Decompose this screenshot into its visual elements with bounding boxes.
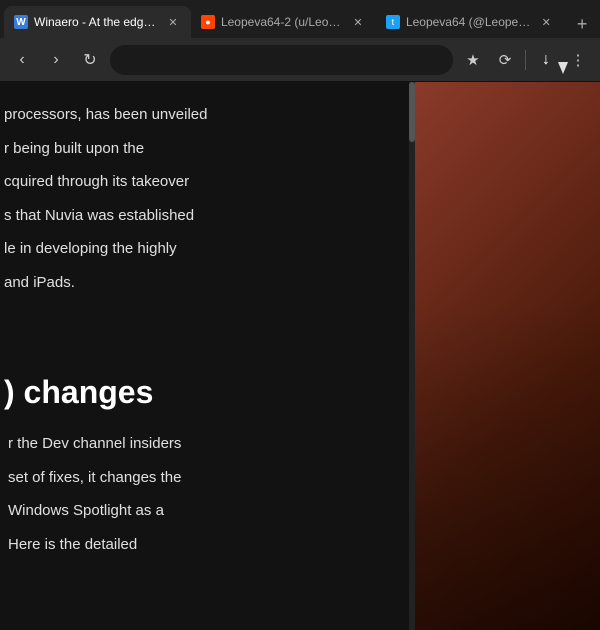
para2-line4: Here is the detailed <box>8 532 415 558</box>
tab-close-winaero[interactable]: ✕ <box>165 14 181 30</box>
tab-twitter[interactable]: t Leopeva64 (@Leopev... ✕ <box>376 6 564 38</box>
tab-bar: W Winaero - At the edge... ✕ ● Leopeva64… <box>0 0 600 38</box>
para2-line3: Windows Spotlight as a <box>8 498 415 524</box>
tab-label-winaero: Winaero - At the edge... <box>34 15 159 29</box>
history-button[interactable]: ⟳ <box>491 46 519 74</box>
para1-line6: and iPads. <box>4 270 415 296</box>
menu-button[interactable]: ⋮ <box>564 46 592 74</box>
para1-line3: cquired through its takeover <box>4 169 415 195</box>
article-body: processors, has been unveiled r being bu… <box>0 82 415 323</box>
para1-line2: r being built upon the <box>4 136 415 162</box>
webpage-content: processors, has been unveiled r being bu… <box>0 82 415 630</box>
download-button[interactable]: ↓ <box>532 46 560 74</box>
new-tab-button[interactable]: + <box>568 10 596 38</box>
browser-window: W Winaero - At the edge... ✕ ● Leopeva64… <box>0 0 600 630</box>
tab-close-reddit[interactable]: ✕ <box>350 14 366 30</box>
tab-label-reddit: Leopeva64-2 (u/Leop... <box>221 15 344 29</box>
tab-label-twitter: Leopeva64 (@Leopev... <box>406 15 532 29</box>
para1-line1: processors, has been unveiled <box>4 102 415 128</box>
tab-winaero[interactable]: W Winaero - At the edge... ✕ <box>4 6 191 38</box>
sidebar-decorative-image <box>415 82 600 630</box>
section-heading-changes: ) changes <box>4 373 415 411</box>
tab-close-twitter[interactable]: ✕ <box>538 14 554 30</box>
tab-favicon-reddit: ● <box>201 15 215 29</box>
toolbar-divider <box>525 50 526 70</box>
para2-line2: set of fixes, it changes the <box>8 465 415 491</box>
toolbar-right: ★ ⟳ ↓ ⋮ <box>459 46 592 74</box>
tab-favicon-winaero: W <box>14 15 28 29</box>
bookmark-button[interactable]: ★ <box>459 46 487 74</box>
refresh-button[interactable]: ↻ <box>76 46 104 74</box>
para2-line1: r the Dev channel insiders <box>8 431 415 457</box>
content-area: processors, has been unveiled r being bu… <box>0 82 600 630</box>
back-button[interactable]: ‹ <box>8 46 36 74</box>
section-changes: ) changes r the Dev channel insiders set… <box>0 323 415 605</box>
address-bar: ‹ › ↻ ★ ⟳ ↓ ⋮ <box>0 38 600 82</box>
tab-favicon-twitter: t <box>386 15 400 29</box>
para1-line5: le in developing the highly <box>4 236 415 262</box>
forward-button[interactable]: › <box>42 46 70 74</box>
para1-line4: s that Nuvia was established <box>4 203 415 229</box>
right-sidebar-image <box>415 82 600 630</box>
article-body-2: r the Dev channel insiders set of fixes,… <box>4 431 415 585</box>
address-input[interactable] <box>110 45 453 75</box>
tab-reddit[interactable]: ● Leopeva64-2 (u/Leop... ✕ <box>191 6 376 38</box>
section-3: is now a rs <box>0 605 415 630</box>
